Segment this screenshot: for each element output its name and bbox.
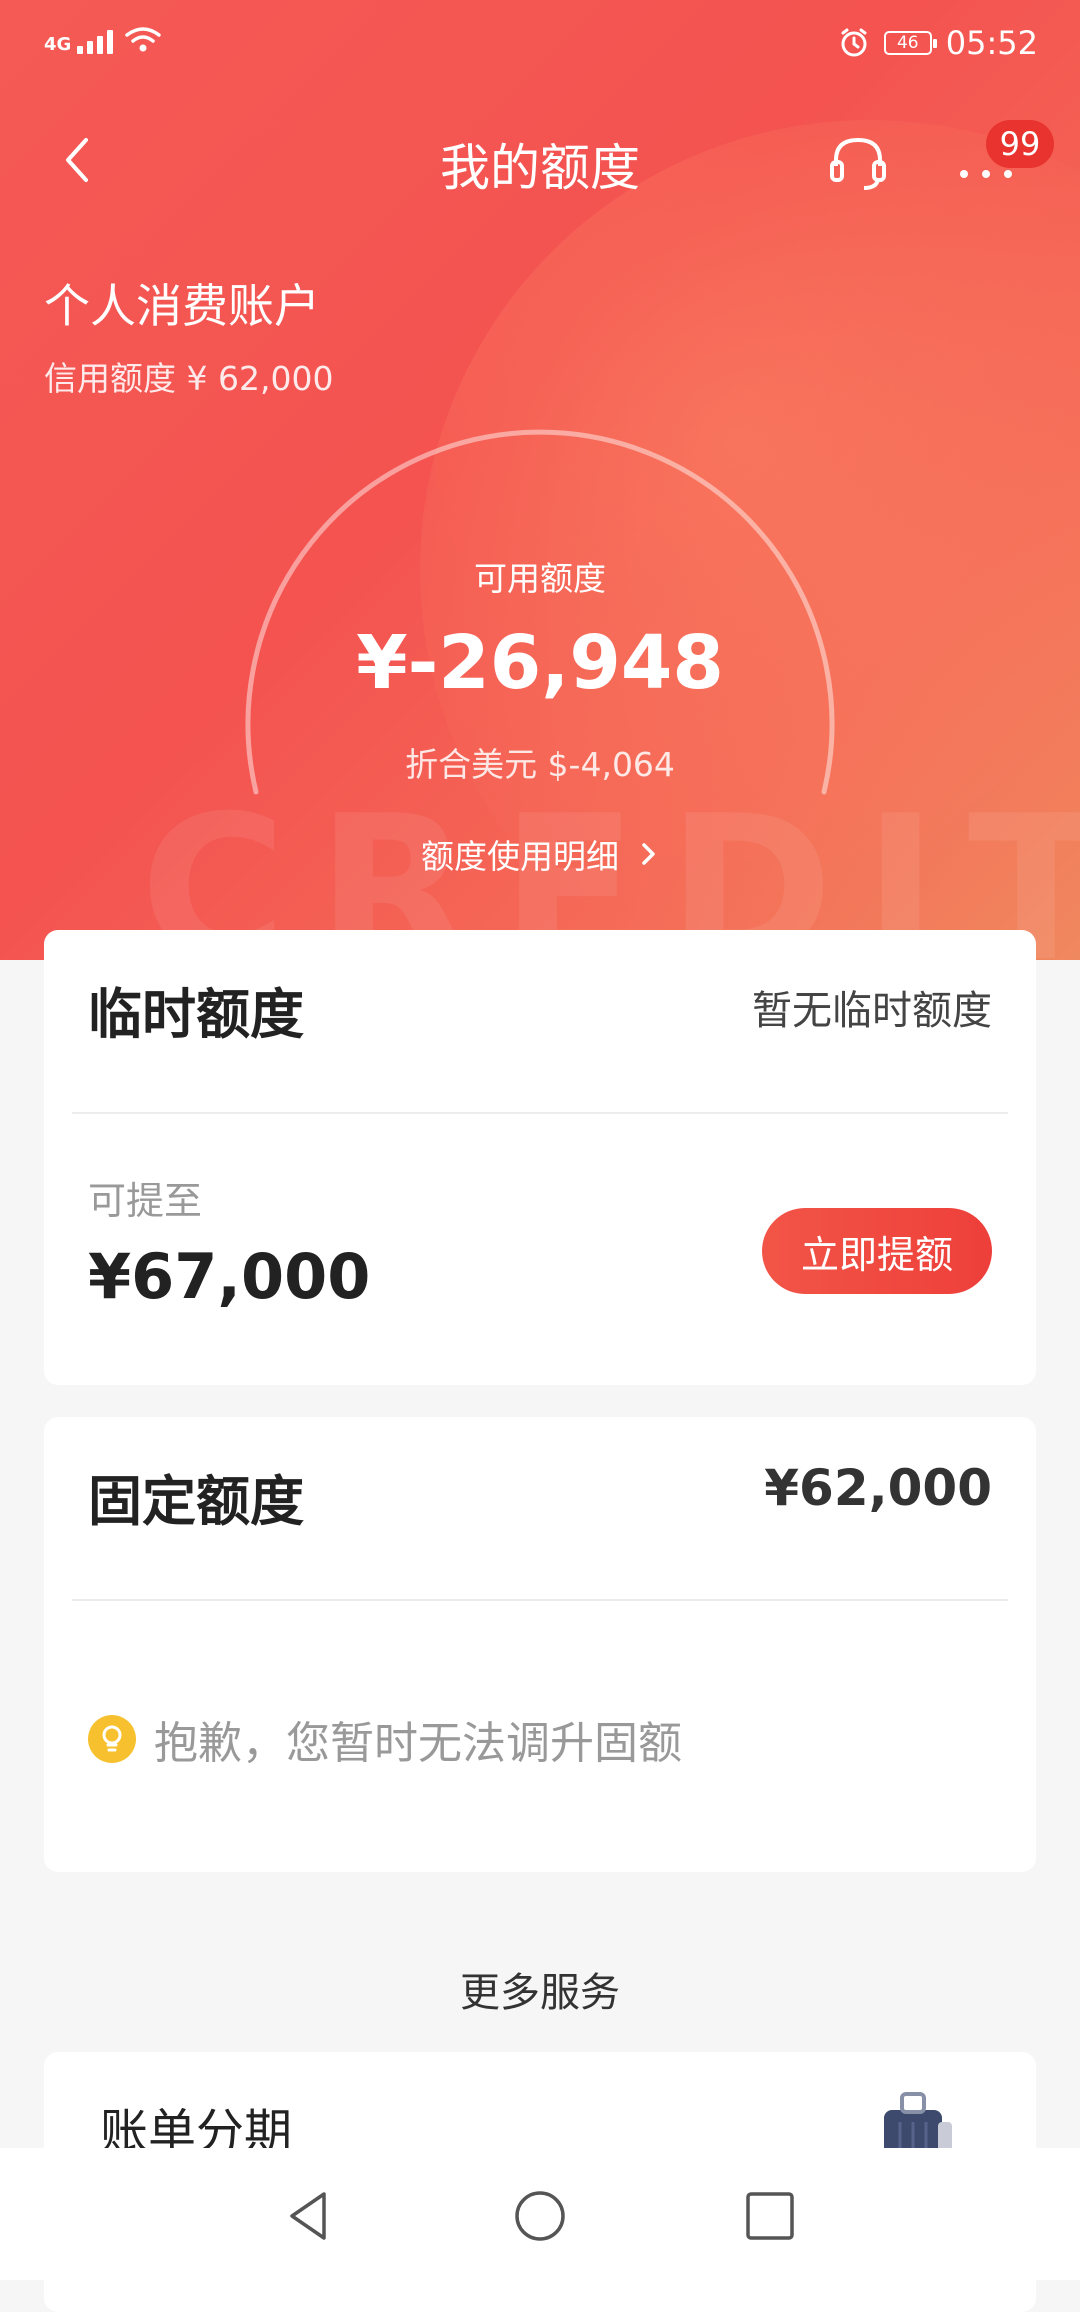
fixed-limit-notice-text: 抱歉，您暂时无法调升固额 <box>154 1718 682 1769</box>
notification-badge: 99 <box>986 120 1054 168</box>
top-nav: 我的额度 99 <box>0 100 1080 220</box>
battery-level: 46 <box>896 33 919 53</box>
can-raise-label: 可提至 <box>88 1179 203 1223</box>
available-limit-label: 可用额度 <box>474 559 606 598</box>
battery-icon: 46 <box>883 31 937 55</box>
fixed-limit-amount: ¥62,000 <box>764 1459 992 1517</box>
nav-back-icon[interactable] <box>282 2188 338 2244</box>
network-type: 4G <box>44 34 72 55</box>
card-divider <box>72 1599 1008 1601</box>
temporary-limit-card: 临时额度 暂无临时额度 可提至 ¥67,000 立即提额 <box>44 930 1036 1385</box>
limit-detail-label: 额度使用明细 <box>421 837 619 876</box>
wifi-icon <box>125 27 162 52</box>
usd-equivalent: 折合美元 $-4,064 <box>405 745 675 784</box>
can-raise-amount: ¥67,000 <box>88 1240 371 1313</box>
customer-service-icon[interactable] <box>826 130 890 194</box>
page-title: 我的额度 <box>440 139 640 197</box>
nav-recents-icon[interactable] <box>742 2188 798 2244</box>
raise-limit-button[interactable]: 立即提额 <box>762 1208 992 1294</box>
lightbulb-icon <box>88 1715 136 1763</box>
status-time: 05:52 <box>945 24 1038 62</box>
more-menu-button[interactable]: 99 <box>950 120 1054 194</box>
fixed-limit-card: 固定额度 ¥62,000 抱歉，您暂时无法调升固额 <box>44 1417 1036 1872</box>
more-dots-icon <box>960 170 1012 178</box>
temporary-limit-status: 暂无临时额度 <box>752 988 992 1034</box>
limit-detail-link[interactable]: 额度使用明细 <box>0 830 1080 878</box>
credit-limit-text: 信用额度 ¥ 62,000 <box>44 359 334 398</box>
fixed-limit-title: 固定额度 <box>88 1470 304 1533</box>
account-title: 个人消费账户 <box>44 279 320 333</box>
system-nav-bar <box>0 2148 1080 2280</box>
chevron-right-icon <box>642 843 655 865</box>
card-divider <box>72 1112 1008 1114</box>
signal-icon <box>77 30 114 54</box>
temporary-limit-title: 临时额度 <box>88 983 304 1046</box>
status-bar: 4G 46 05:52 <box>0 0 1080 90</box>
fixed-limit-notice: 抱歉，您暂时无法调升固额 <box>88 1707 682 1771</box>
alarm-icon <box>841 28 867 57</box>
available-limit-amount: ¥-26,948 <box>356 620 724 706</box>
nav-home-icon[interactable] <box>512 2188 568 2244</box>
more-services-heading: 更多服务 <box>460 1970 620 2016</box>
